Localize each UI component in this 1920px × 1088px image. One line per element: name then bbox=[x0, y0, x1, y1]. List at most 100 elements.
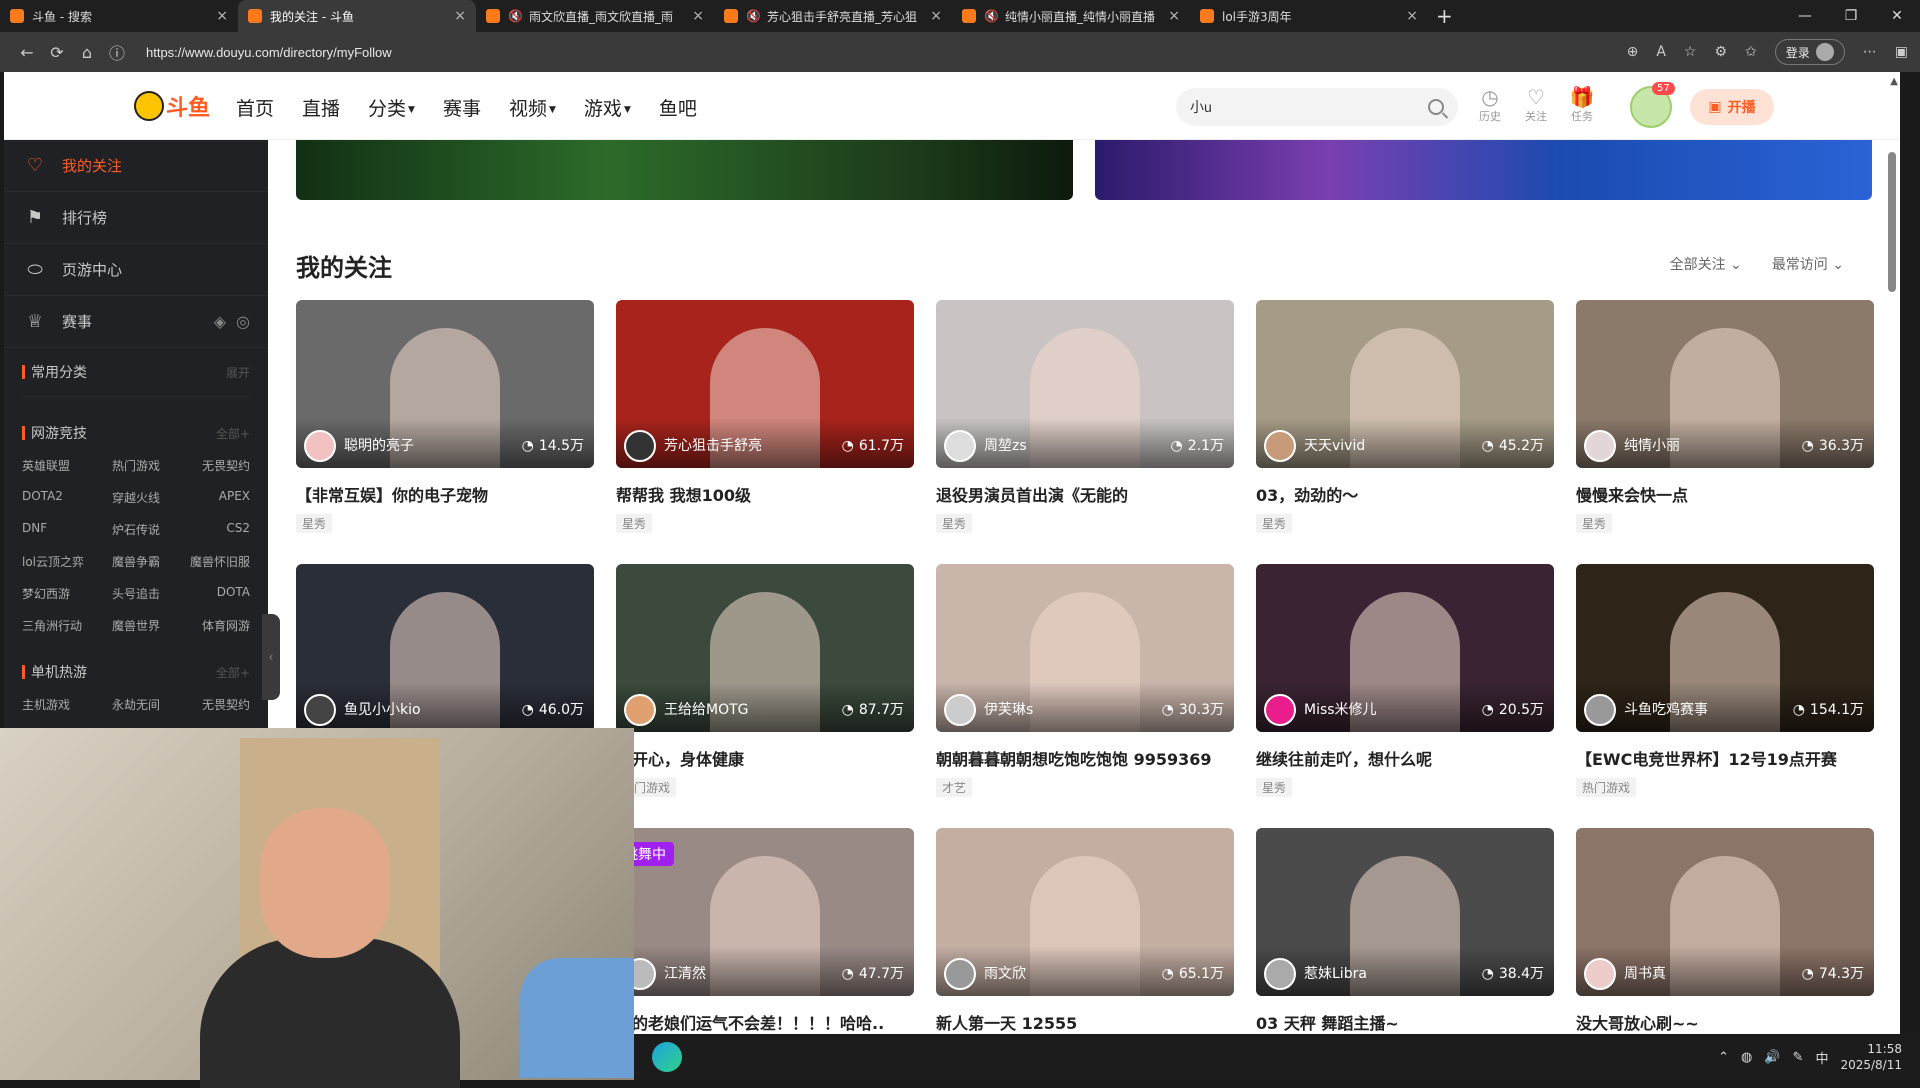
close-tab-icon[interactable]: × bbox=[1406, 8, 1418, 24]
category-link[interactable]: lol云顶之弈 bbox=[22, 553, 98, 570]
category-link[interactable]: 三角洲行动 bbox=[22, 617, 98, 634]
streamer-name[interactable]: 周书真 bbox=[1624, 963, 1666, 983]
category-link[interactable]: 无畏契约 bbox=[174, 696, 250, 713]
stream-card[interactable]: 天天vivid ◔ 45.2万 03，劲劲的～ 星秀 bbox=[1256, 300, 1554, 538]
category-link[interactable]: 英雄联盟 bbox=[22, 457, 98, 474]
lock-icon[interactable]: ⓘ bbox=[102, 40, 132, 64]
category-link[interactable]: DOTA bbox=[174, 585, 250, 602]
streamer-name[interactable]: 芳心狙击手舒亮 bbox=[664, 435, 762, 455]
banner-right[interactable] bbox=[1095, 140, 1872, 200]
category-tag[interactable]: 星秀 bbox=[936, 514, 973, 533]
stream-card[interactable]: 聪明的亮子 ◔ 14.5万【非常互娱】你的电子宠物星秀 bbox=[296, 300, 594, 538]
category-link[interactable]: 魔兽世界 bbox=[98, 617, 174, 634]
stream-thumbnail[interactable]: 惹妹Libra ◔ 38.4万 bbox=[1256, 828, 1554, 996]
stream-thumbnail[interactable]: 聪明的亮子 ◔ 14.5万 bbox=[296, 300, 594, 468]
room-title[interactable]: 帮帮我 我想100级 bbox=[616, 482, 914, 506]
category-link[interactable]: 魔兽争霸 bbox=[98, 553, 174, 570]
scroll-up-icon[interactable]: ▲ bbox=[1890, 76, 1898, 87]
room-title[interactable]: 继续往前走吖，想什么呢 bbox=[1256, 746, 1554, 770]
streamer-name[interactable]: 周堃zs bbox=[984, 435, 1027, 455]
lol-icon[interactable]: ◈ bbox=[214, 312, 226, 331]
sidebar-item[interactable]: ⬭ 页游中心 bbox=[4, 244, 268, 296]
category-link[interactable]: 穿越火线 bbox=[98, 489, 174, 506]
search-box[interactable] bbox=[1176, 88, 1458, 126]
streamer-avatar[interactable] bbox=[1584, 694, 1616, 726]
stream-card[interactable]: 周堃zs ◔ 2.1万 退役男演员首出演《无能的 星秀 bbox=[936, 300, 1234, 538]
muted-icon[interactable]: 🔇 bbox=[984, 9, 999, 23]
category-link[interactable]: DOTA2 bbox=[22, 489, 98, 506]
close-tab-icon[interactable]: × bbox=[930, 8, 942, 24]
search-input[interactable] bbox=[1190, 99, 1428, 115]
close-window-icon[interactable]: ✕ bbox=[1874, 0, 1920, 32]
sidebar-item[interactable]: ⚑ 排行榜 bbox=[4, 192, 268, 244]
stream-thumbnail[interactable]: 天天vivid ◔ 45.2万 bbox=[1256, 300, 1554, 468]
close-tab-icon[interactable]: × bbox=[692, 8, 704, 24]
room-title[interactable]: 天开心，身体健康 bbox=[616, 746, 914, 770]
filter-dropdown[interactable]: 全部关注 ⌄ bbox=[1670, 254, 1742, 274]
stream-card[interactable]: 纯情小丽 ◔ 36.3万慢慢来会快一点星秀 bbox=[1576, 300, 1874, 538]
edge-browser-icon[interactable] bbox=[652, 1042, 682, 1072]
stream-card[interactable]: 跳舞中 江清然 ◔ 47.7万 笑的老娘们运气不会差！！！！哈哈.. bbox=[616, 828, 914, 1034]
browser-tab[interactable]: 🔇 芳心狙击手舒亮直播_芳心狙 × bbox=[714, 0, 952, 32]
danji-all-link[interactable]: 全部+ bbox=[216, 664, 250, 681]
streamer-avatar[interactable] bbox=[944, 430, 976, 462]
filter-dropdown[interactable]: 最常访问 ⌄ bbox=[1772, 254, 1844, 274]
streamer-name[interactable]: 纯情小丽 bbox=[1624, 435, 1680, 455]
room-title[interactable]: 【非常互娱】你的电子宠物 bbox=[296, 482, 594, 506]
stream-card[interactable]: 周书真 ◔ 74.3万 没大哥放心刷~~ bbox=[1576, 828, 1874, 1034]
category-tag[interactable]: 才艺 bbox=[936, 778, 973, 797]
streamer-name[interactable]: 惹妹Libra bbox=[1304, 963, 1367, 983]
network-icon[interactable]: ◍ bbox=[1741, 1050, 1752, 1065]
search-icon[interactable] bbox=[1428, 99, 1444, 115]
category-link[interactable]: 魔兽怀旧服 bbox=[174, 553, 250, 570]
favorites-bar-icon[interactable]: ✩ bbox=[1745, 44, 1757, 60]
streamer-avatar[interactable] bbox=[624, 694, 656, 726]
stream-thumbnail[interactable]: 周书真 ◔ 74.3万 bbox=[1576, 828, 1874, 996]
expand-link[interactable]: 展开 bbox=[226, 364, 250, 381]
nav-item[interactable]: 游戏 ▼ bbox=[584, 94, 631, 121]
douyu-logo[interactable]: 斗鱼 bbox=[134, 88, 222, 124]
muted-icon[interactable]: 🔇 bbox=[508, 9, 523, 23]
stream-card[interactable]: 惹妹Libra ◔ 38.4万 03 天秤 舞蹈主播~ bbox=[1256, 828, 1554, 1034]
streamer-avatar[interactable] bbox=[1584, 958, 1616, 990]
streamer-avatar[interactable] bbox=[624, 430, 656, 462]
room-title[interactable]: 新人第一天 12555 bbox=[936, 1010, 1234, 1034]
stream-card[interactable]: 王给给MOTG ◔ 87.7万 天开心，身体健康 热门游戏 bbox=[616, 564, 914, 802]
ime-indicator[interactable]: 中 bbox=[1815, 1048, 1828, 1067]
stream-thumbnail[interactable]: 鱼见小小kio ◔ 46.0万 bbox=[296, 564, 594, 732]
stream-card[interactable]: 雨文欣 ◔ 65.1万新人第一天 12555 bbox=[936, 828, 1234, 1034]
clock[interactable]: 11:58 2025/8/11 bbox=[1840, 1041, 1902, 1073]
stream-thumbnail[interactable]: 斗鱼吃鸡赛事 ◔ 154.1万 bbox=[1576, 564, 1874, 732]
streamer-avatar[interactable] bbox=[304, 430, 336, 462]
streamer-name[interactable]: 斗鱼吃鸡赛事 bbox=[1624, 699, 1708, 719]
read-aloud-icon[interactable]: A bbox=[1656, 44, 1666, 60]
nav-item[interactable]: 鱼吧 bbox=[659, 94, 697, 121]
home-icon[interactable]: ⌂ bbox=[72, 43, 102, 62]
browser-tab[interactable]: 斗鱼 - 搜索 × bbox=[0, 0, 238, 32]
room-title[interactable]: 慢慢来会快一点 bbox=[1576, 482, 1874, 506]
category-tag[interactable]: 星秀 bbox=[296, 514, 333, 533]
nav-item[interactable]: 首页 bbox=[236, 94, 274, 121]
stream-thumbnail[interactable]: 纯情小丽 ◔ 36.3万 bbox=[1576, 300, 1874, 468]
extensions-icon[interactable]: ⚙ bbox=[1714, 44, 1727, 60]
stream-thumbnail[interactable]: Miss米修儿 ◔ 20.5万 bbox=[1256, 564, 1554, 732]
more-icon[interactable]: ⋯ bbox=[1863, 44, 1877, 60]
browser-tab[interactable]: 🔇 雨文欣直播_雨文欣直播_雨 × bbox=[476, 0, 714, 32]
zoom-icon[interactable]: ⊕ bbox=[1627, 44, 1639, 60]
category-link[interactable]: 热门游戏 bbox=[98, 457, 174, 474]
category-tag[interactable]: 星秀 bbox=[616, 514, 653, 533]
login-button[interactable]: 登录 bbox=[1774, 39, 1845, 65]
category-link[interactable]: DNF bbox=[22, 521, 98, 538]
room-title[interactable]: 朝朝暮暮朝朝想吃饱吃饱饱 9959369 bbox=[936, 746, 1234, 770]
header-icon-1[interactable]: ♡ 关注 bbox=[1520, 86, 1552, 124]
sidebar-toggle-icon[interactable]: ▣ bbox=[1895, 44, 1908, 60]
start-stream-button[interactable]: ▣ 开播 bbox=[1690, 89, 1774, 125]
sidebar-collapse-button[interactable]: ‹ bbox=[262, 614, 280, 700]
category-tag[interactable]: 星秀 bbox=[1576, 514, 1613, 533]
category-tag[interactable]: 星秀 bbox=[1256, 778, 1293, 797]
streamer-avatar[interactable] bbox=[944, 694, 976, 726]
stream-thumbnail[interactable]: 雨文欣 ◔ 65.1万 bbox=[936, 828, 1234, 996]
streamer-avatar[interactable] bbox=[1264, 694, 1296, 726]
header-icon-2[interactable]: 🎁 任务 bbox=[1566, 86, 1598, 124]
category-tag[interactable]: 热门游戏 bbox=[1576, 778, 1637, 797]
